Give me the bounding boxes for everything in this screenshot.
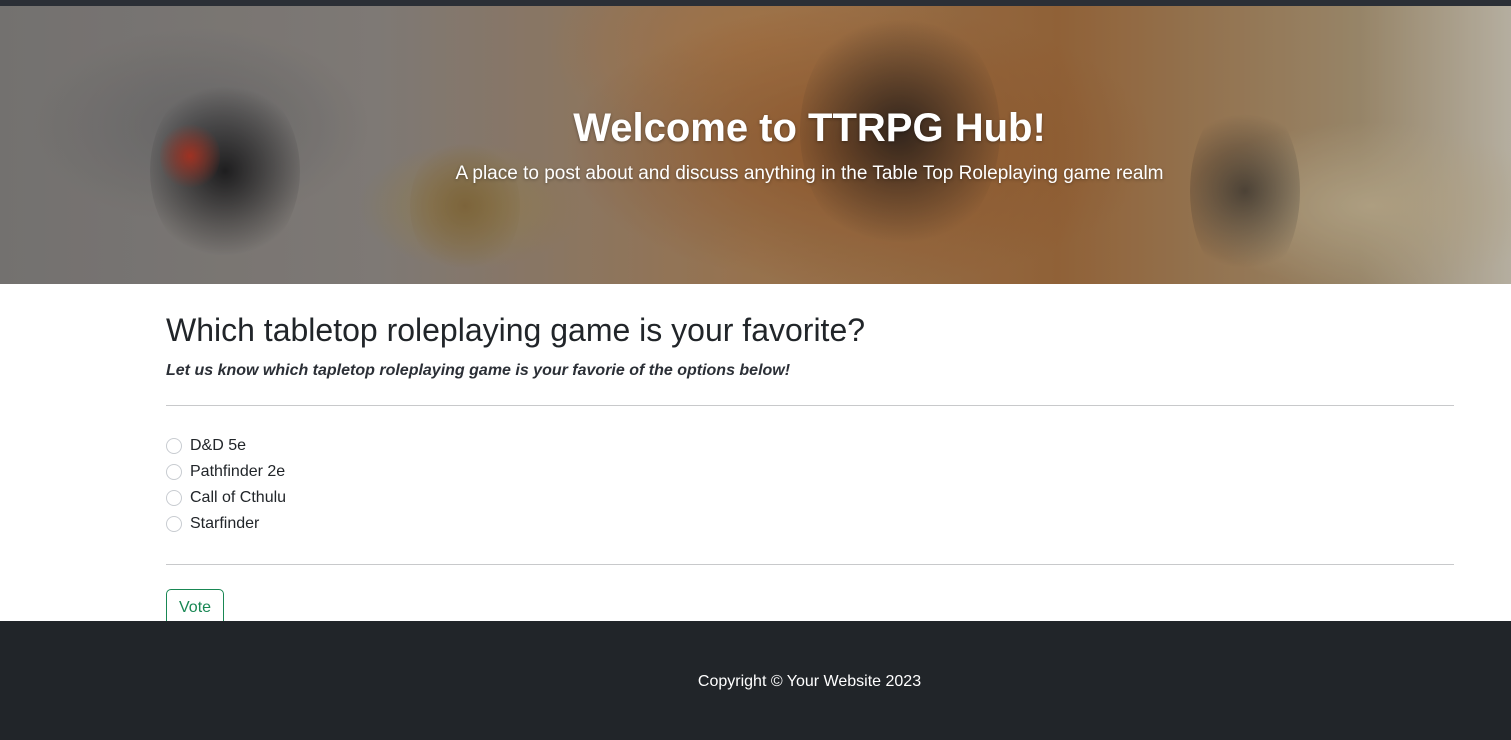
option-label: Pathfinder 2e bbox=[190, 463, 286, 480]
option-label: D&D 5e bbox=[190, 437, 247, 454]
radio-button[interactable] bbox=[166, 516, 182, 532]
option-label: Call of Cthulu bbox=[190, 489, 287, 506]
poll-option-starfinder[interactable]: Starfinder bbox=[166, 511, 1454, 537]
poll-option-pathfinder-2e[interactable]: Pathfinder 2e bbox=[166, 459, 1454, 485]
radio-button[interactable] bbox=[166, 464, 182, 480]
radio-button[interactable] bbox=[166, 490, 182, 506]
poll-subtitle: Let us know which tapletop roleplaying g… bbox=[166, 362, 791, 379]
footer: Copyright © Your Website 2023 bbox=[0, 621, 1511, 740]
poll-section: Which tabletop roleplaying game is your … bbox=[166, 284, 1454, 627]
option-label: Starfinder bbox=[190, 515, 260, 532]
poll-option-dnd-5e[interactable]: D&D 5e bbox=[166, 433, 1454, 459]
hero-title: Welcome to TTRPG Hub! bbox=[573, 106, 1046, 150]
poll-question: Which tabletop roleplaying game is your … bbox=[166, 312, 866, 348]
copyright-text: Copyright © Your Website 2023 bbox=[697, 673, 922, 690]
hero-banner: Welcome to TTRPG Hub! A place to post ab… bbox=[0, 6, 1511, 284]
poll-options: D&D 5e Pathfinder 2e Call of Cthulu Star… bbox=[166, 433, 1454, 537]
divider bbox=[166, 405, 1454, 406]
hero-subtitle: A place to post about and discuss anythi… bbox=[455, 163, 1164, 184]
poll-option-call-of-cthulu[interactable]: Call of Cthulu bbox=[166, 485, 1454, 511]
radio-button[interactable] bbox=[166, 438, 182, 454]
hero-content: Welcome to TTRPG Hub! A place to post ab… bbox=[0, 6, 1511, 284]
divider bbox=[166, 564, 1454, 565]
